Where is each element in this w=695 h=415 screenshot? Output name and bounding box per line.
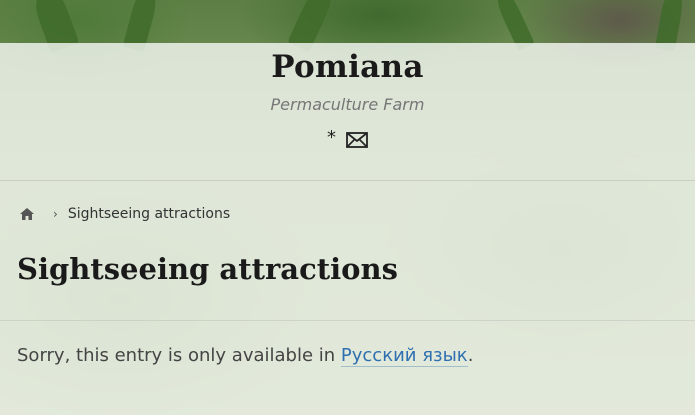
language-link[interactable]: Русский язык [340, 345, 468, 367]
site-header: Pomiana Permaculture Farm * [0, 43, 695, 181]
site-tagline: Permaculture Farm [270, 95, 425, 114]
entry-content: Sorry, this entry is only available in Р… [17, 345, 474, 367]
mail-icon[interactable] [346, 131, 368, 149]
header-icons: * [0, 129, 695, 149]
divider [0, 320, 695, 321]
star-icon[interactable]: * [327, 129, 336, 147]
site-title[interactable]: Pomiana [0, 49, 695, 85]
notice-text: Sorry, this entry is only available in [17, 345, 341, 366]
breadcrumb-separator: › [53, 207, 58, 221]
breadcrumb: › Sightseeing attractions [19, 206, 230, 222]
page-title: Sightseeing attractions [17, 252, 398, 286]
breadcrumb-current: Sightseeing attractions [67, 206, 231, 222]
home-icon[interactable] [19, 207, 35, 221]
notice-suffix: . [467, 345, 474, 366]
